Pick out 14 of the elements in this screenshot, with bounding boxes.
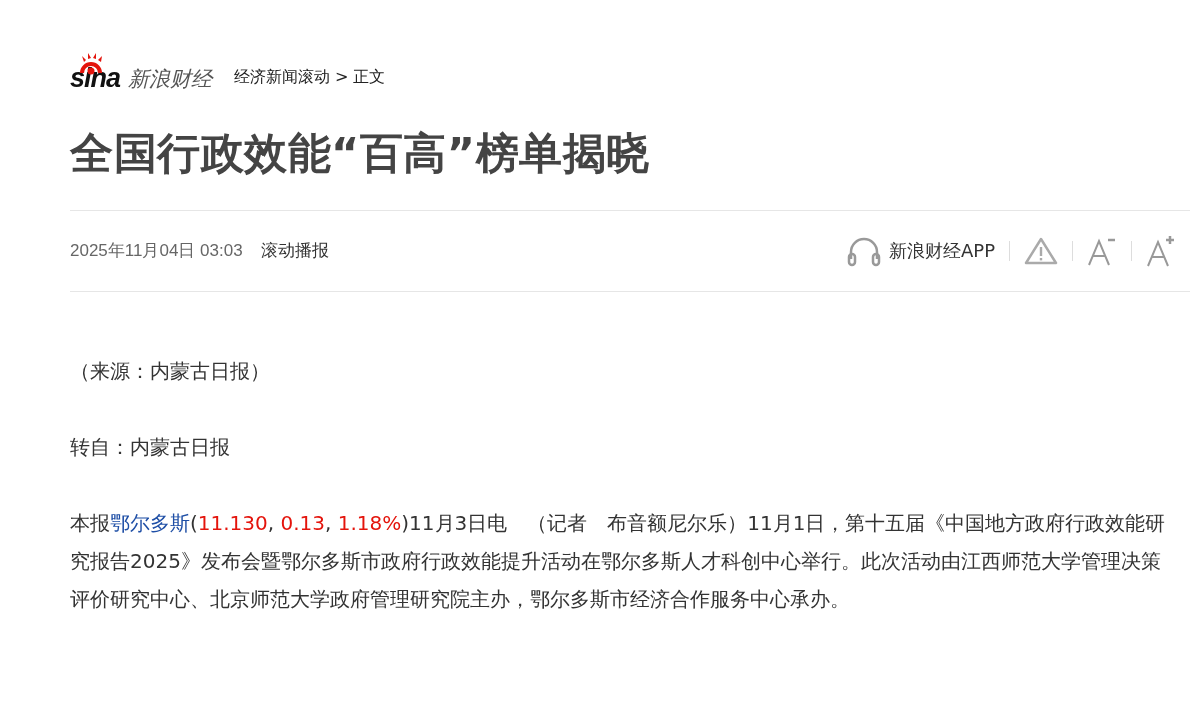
source-note: （来源：内蒙古日报） xyxy=(70,357,271,385)
site-logo[interactable]: sina 新浪财经 xyxy=(70,53,213,92)
breadcrumb-current: 正文 xyxy=(353,67,386,88)
article-paragraph: 本报鄂尔多斯(11.130, 0.13, 1.18%)11月3日电 （记者 布音额尼尔乐）11月1日，第十五届《中国地方政府行政效能研究报告2025》发布会暨鄂尔多斯市政府行政效能提升活动在鄂尔多斯人才科创中心举行。此次活动由江西师范大学管理决策评价研究中心、北京师范大学政府管理研究院主办，鄂尔多斯市经济合作服务中心承办。 xyxy=(70,509,1167,613)
breadcrumb-separator: > xyxy=(335,67,349,88)
article-title: 全国行政效能“百高”榜单揭晓 xyxy=(70,128,651,180)
publish-date: 2025年11月04日 03:03 xyxy=(70,241,243,261)
place-link[interactable]: 鄂尔多斯 xyxy=(110,510,190,535)
font-increase-icon xyxy=(1146,234,1176,267)
app-download-link[interactable]: 新浪财经APP xyxy=(832,234,1009,267)
article-source: 滚动播报 xyxy=(260,240,329,261)
reprint-note: 转自：内蒙古日报 xyxy=(70,433,231,461)
breadcrumb-link[interactable]: 经济新闻滚动 xyxy=(234,67,331,88)
warning-icon xyxy=(1024,236,1058,265)
